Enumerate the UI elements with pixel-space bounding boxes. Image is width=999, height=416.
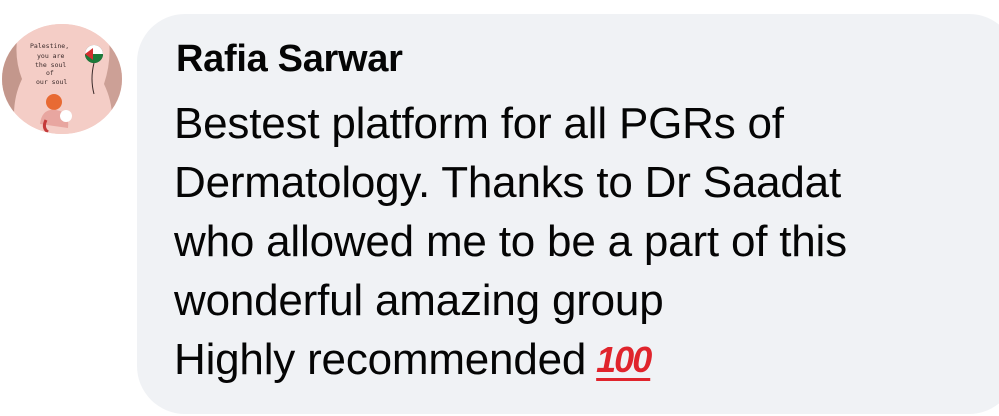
avatar-text-line-1: Palestine,: [30, 42, 69, 50]
avatar-illustration: Palestine, you are the soul of our soul: [2, 24, 122, 134]
comment-line-text: Highly recommended: [174, 335, 587, 384]
comment-text: Bestest platform for all PGRs of Dermato…: [174, 94, 974, 389]
avatar-text-line-5: our soul: [36, 78, 67, 86]
avatar-text-line-3: the soul: [35, 61, 66, 69]
hundred-points-icon: 100: [596, 339, 652, 380]
comment-line: who allowed me to be a part of this: [174, 217, 847, 266]
hundred-points-label: 100: [596, 339, 652, 380]
avatar-text-line-4: of: [46, 69, 54, 77]
author-name[interactable]: Rafia Sarwar: [176, 38, 403, 81]
comment: Palestine, you are the soul of our soul: [0, 0, 999, 416]
avatar[interactable]: Palestine, you are the soul of our soul: [2, 24, 122, 134]
avatar-text-line-2: you are: [37, 52, 64, 60]
comment-line-last: Highly recommended 100: [174, 330, 974, 389]
comment-line: Dermatology. Thanks to Dr Saadat: [174, 158, 841, 207]
comment-line: Bestest platform for all PGRs of: [174, 99, 784, 148]
comment-line: wonderful amazing group: [174, 276, 664, 325]
